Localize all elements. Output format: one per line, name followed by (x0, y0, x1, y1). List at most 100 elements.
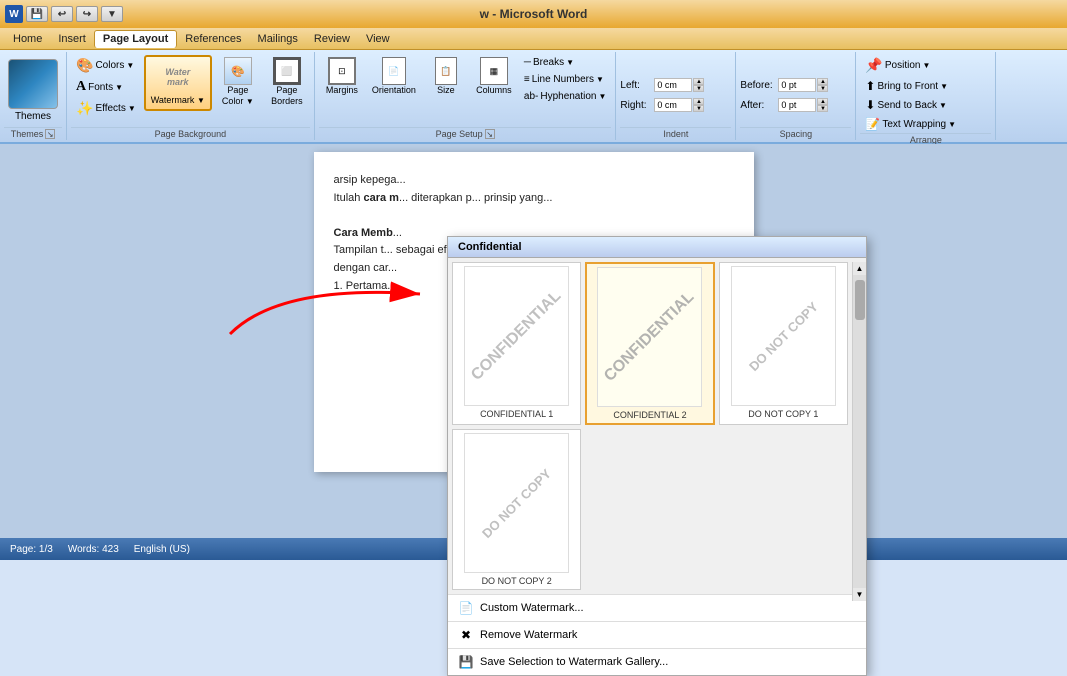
watermark-grid: CONFIDENTIAL CONFIDENTIAL 1 CONFIDENTIAL… (448, 258, 866, 594)
spacing-before-up[interactable]: ▲ (817, 78, 828, 85)
text-wrapping-button[interactable]: 📝 Text Wrapping ▼ (860, 115, 961, 133)
word-icon: W (5, 5, 23, 23)
size-label: Size (437, 85, 455, 95)
watermark-panel: Confidential CONFIDENTIAL CONFIDENTIAL 1… (447, 236, 867, 676)
menu-references[interactable]: References (177, 31, 249, 47)
undo-btn[interactable]: ↩ (51, 6, 73, 22)
line-numbers-button[interactable]: ≡Line Numbers▼ (519, 72, 612, 87)
page-background-label: Page Background (71, 127, 310, 140)
spacing-before-field: ▲ ▼ (778, 78, 828, 92)
save-watermark-item[interactable]: 💾 Save Selection to Watermark Gallery... (448, 648, 866, 675)
watermark-label-dnc1: DO NOT COPY 1 (748, 409, 818, 419)
page-borders-icon: ⬜ (273, 57, 301, 85)
indent-right-label: Right: (620, 100, 652, 111)
remove-watermark-item[interactable]: ✖ Remove Watermark (448, 621, 866, 648)
bring-to-front-button[interactable]: ⬆ Bring to Front ▼ (860, 77, 961, 95)
indent-left-row: Left: ▲ ▼ (620, 78, 704, 92)
more-btn[interactable]: ▼ (101, 6, 123, 22)
redo-btn[interactable]: ↪ (76, 6, 98, 22)
themes-group: Themes Themes ↘ (0, 52, 67, 140)
watermark-donotcopy1[interactable]: DO NOT COPY DO NOT COPY 1 (719, 262, 848, 425)
fonts-button[interactable]: A Fonts ▼ (71, 77, 141, 97)
spacing-before-label: Before: (740, 80, 776, 91)
spacing-before-input[interactable] (778, 78, 816, 92)
watermark-icon: Watermark (160, 60, 196, 96)
spacing-after-down[interactable]: ▼ (817, 105, 828, 112)
page-borders-button[interactable]: ⬜ PageBorders (264, 55, 310, 109)
themes-group-label: Themes ↘ (4, 127, 62, 140)
page-setup-label: Page Setup ↘ (319, 127, 612, 140)
watermark-confidential1[interactable]: CONFIDENTIAL CONFIDENTIAL 1 (452, 262, 581, 425)
ribbon: Themes Themes ↘ 🎨 Colors ▼ A Fonts ▼ (0, 50, 1067, 144)
watermark-donotcopy2[interactable]: DO NOT COPY DO NOT COPY 2 (452, 429, 581, 590)
indent-right-field: ▲ ▼ (654, 98, 704, 112)
margins-button[interactable]: ⊡ Margins (319, 55, 365, 97)
page-background-top: 🎨 Colors ▼ A Fonts ▼ ✨ Effects ▼ (71, 55, 310, 127)
status-lang: English (US) (134, 544, 190, 555)
quick-save-btn[interactable]: 💾 (26, 6, 48, 22)
page-color-button[interactable]: 🎨 PageColor ▼ (215, 55, 261, 109)
size-button[interactable]: 📋 Size (423, 55, 469, 97)
menu-review[interactable]: Review (306, 31, 358, 47)
menu-bar: Home Insert Page Layout References Maili… (0, 28, 1067, 50)
indent-left-down[interactable]: ▼ (693, 85, 704, 92)
custom-watermark-item[interactable]: 📄 Custom Watermark... (448, 594, 866, 621)
menu-home[interactable]: Home (5, 31, 50, 47)
watermark-button[interactable]: Watermark Watermark ▼ (144, 55, 212, 111)
themes-expand[interactable]: ↘ (45, 129, 55, 139)
send-to-back-button[interactable]: ⬇ Send to Back ▼ (860, 96, 961, 114)
scroll-down-btn[interactable]: ▼ (854, 588, 866, 601)
orientation-button[interactable]: 📄 Orientation (367, 55, 421, 97)
page-color-icon: 🎨 (224, 57, 252, 85)
columns-label: Columns (476, 85, 512, 95)
colors-button[interactable]: 🎨 Colors ▼ (71, 55, 141, 76)
menu-view[interactable]: View (358, 31, 398, 47)
watermark-row2: DO NOT COPY DO NOT COPY 2 (452, 429, 848, 594)
scroll-up-btn[interactable]: ▲ (854, 262, 866, 275)
page-setup-group: ⊡ Margins 📄 Orientation 📋 Size ▦ Columns… (315, 52, 617, 140)
columns-icon: ▦ (480, 57, 508, 85)
effects-button[interactable]: ✨ Effects ▼ (71, 98, 141, 119)
spacing-before-row: Before: ▲ ▼ (740, 78, 828, 92)
watermark-confidential2[interactable]: CONFIDENTIAL CONFIDENTIAL 2 (585, 262, 714, 425)
cfe-group: 🎨 Colors ▼ A Fonts ▼ ✨ Effects ▼ (71, 55, 141, 119)
page-setup-expand[interactable]: ↘ (485, 129, 495, 139)
menu-insert[interactable]: Insert (50, 31, 94, 47)
indent-left-up[interactable]: ▲ (693, 78, 704, 85)
indent-left-input[interactable] (654, 78, 692, 92)
doc-text-1: arsip kepega... (334, 172, 734, 190)
custom-watermark-label: Custom Watermark... (480, 602, 584, 614)
arrange-col: 📌 Position ▼ ⬆ Bring to Front ▼ ⬇ Send t… (860, 55, 961, 133)
window-title: w - Microsoft Word (480, 7, 588, 21)
watermark-text-dnc2: DO NOT COPY (479, 466, 554, 541)
indent-left-arrows: ▲ ▼ (693, 78, 704, 92)
arrange-top: 📌 Position ▼ ⬆ Bring to Front ▼ ⬇ Send t… (860, 55, 991, 133)
indent-right-input[interactable] (654, 98, 692, 112)
page-color-label: PageColor ▼ (222, 85, 254, 107)
margins-label: Margins (326, 85, 358, 95)
indent-top: Left: ▲ ▼ Right: ▲ ▼ (620, 55, 731, 127)
menu-page-layout[interactable]: Page Layout (94, 30, 177, 48)
indent-label: Indent (620, 127, 731, 140)
doc-text-2: Itulah cara m... diterapkan p... prinsip… (334, 190, 734, 208)
scroll-thumb[interactable] (855, 280, 865, 320)
margins-icon: ⊡ (328, 57, 356, 85)
indent-right-up[interactable]: ▲ (693, 98, 704, 105)
columns-button[interactable]: ▦ Columns (471, 55, 517, 97)
page-background-group: 🎨 Colors ▼ A Fonts ▼ ✨ Effects ▼ (67, 52, 315, 140)
spacing-after-up[interactable]: ▲ (817, 98, 828, 105)
spacing-after-field: ▲ ▼ (778, 98, 828, 112)
position-button[interactable]: 📌 Position ▼ (860, 55, 961, 76)
themes-button[interactable]: Themes (4, 55, 62, 126)
main-area: arsip kepega... Itulah cara m... diterap… (0, 144, 1067, 538)
spacing-before-down[interactable]: ▼ (817, 85, 828, 92)
indent-right-down[interactable]: ▼ (693, 105, 704, 112)
menu-mailings[interactable]: Mailings (250, 31, 306, 47)
hyphenation-button[interactable]: ab-Hyphenation▼ (519, 89, 612, 104)
watermark-preview-conf2: CONFIDENTIAL (597, 267, 702, 407)
save-watermark-icon: 💾 (458, 654, 474, 670)
breaks-button[interactable]: ─Breaks▼ (519, 55, 612, 70)
spacing-after-input[interactable] (778, 98, 816, 112)
arrange-group: 📌 Position ▼ ⬆ Bring to Front ▼ ⬇ Send t… (856, 52, 996, 140)
themes-label: Themes (15, 111, 51, 122)
